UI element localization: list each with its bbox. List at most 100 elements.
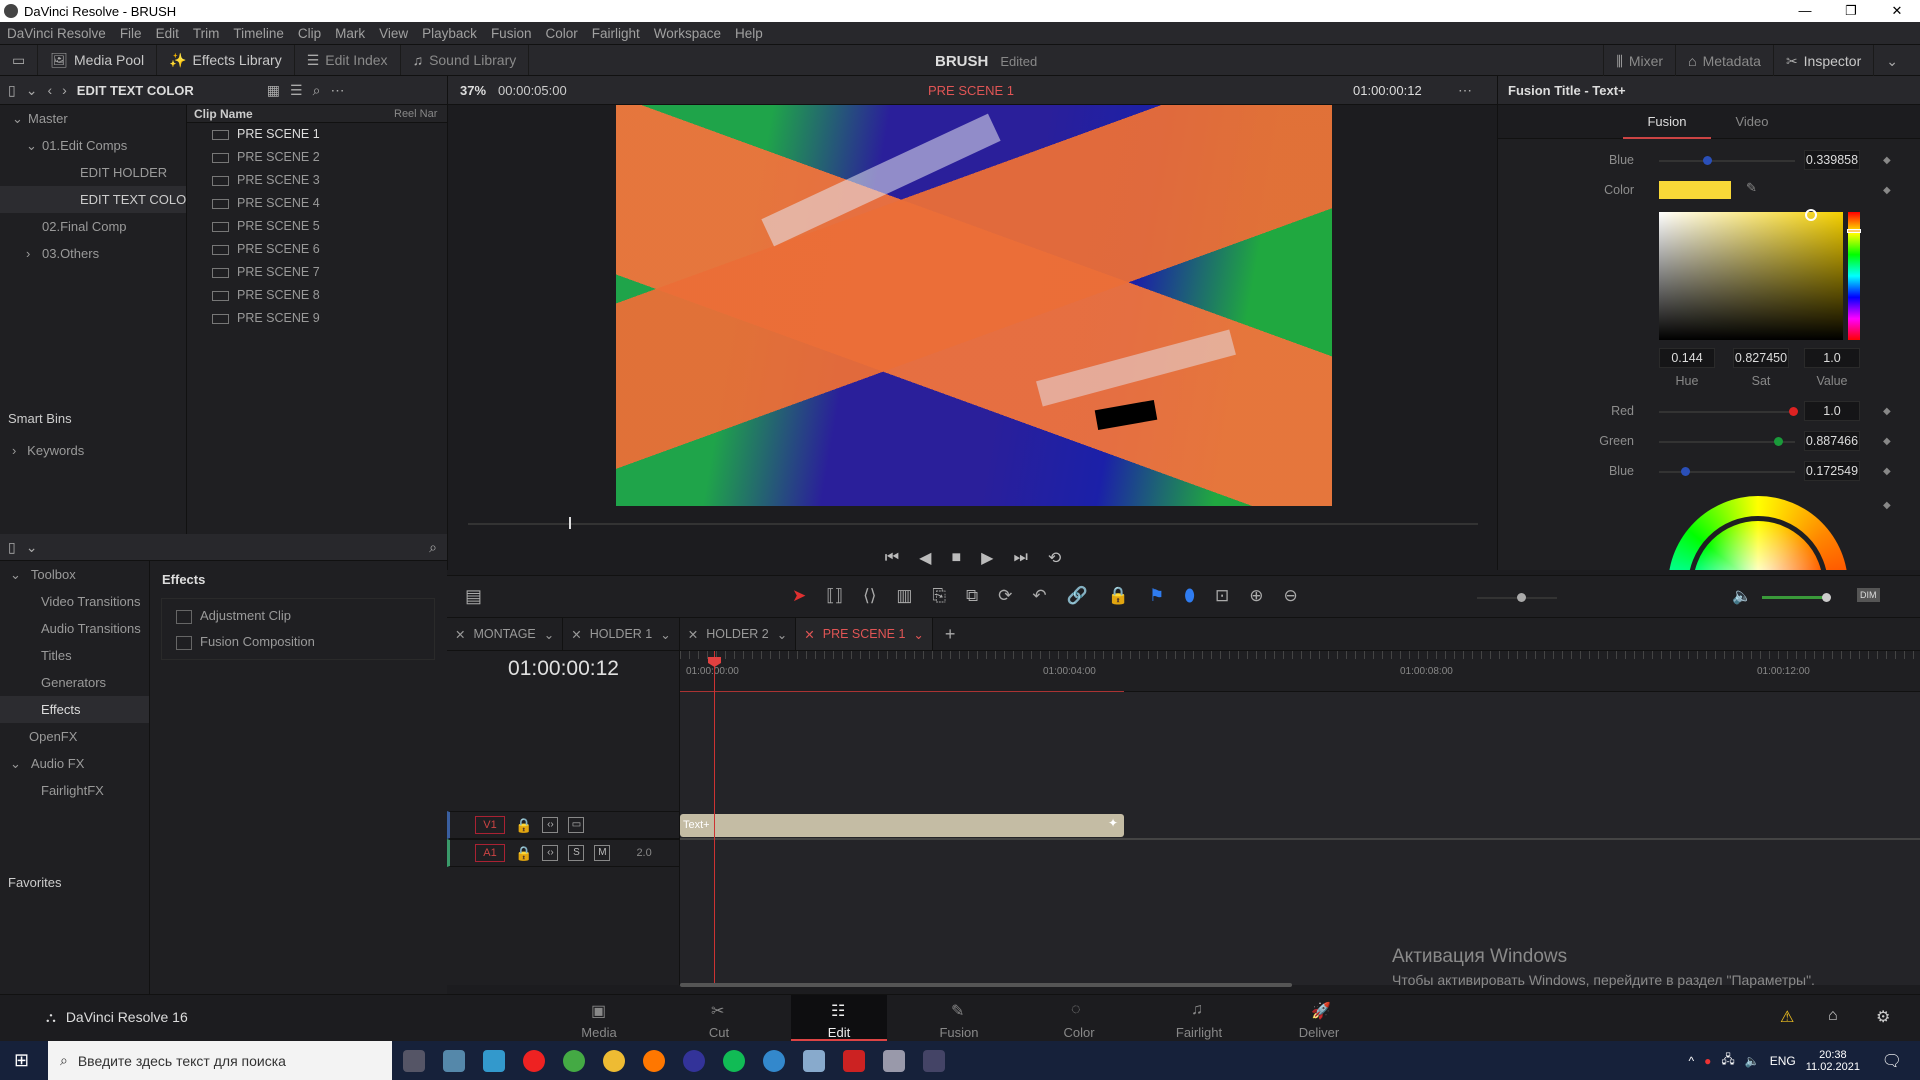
overwrite-clip-icon[interactable]: ⧉ bbox=[966, 586, 978, 606]
menu-mark[interactable]: Mark bbox=[328, 26, 372, 41]
menu-playback[interactable]: Playback bbox=[415, 26, 484, 41]
marker-icon[interactable]: ⬮ bbox=[1184, 586, 1195, 606]
chevron-down-icon[interactable]: ⌄ bbox=[660, 627, 670, 642]
taskbar-telegram-icon[interactable] bbox=[754, 1041, 794, 1080]
maximize-button[interactable]: ❐ bbox=[1828, 0, 1874, 22]
menu-clip[interactable]: Clip bbox=[291, 26, 328, 41]
zoom-detail-icon[interactable]: ⊕ bbox=[1249, 586, 1263, 606]
workspace-toggle-button[interactable]: ▭ bbox=[0, 45, 39, 75]
sat-value[interactable]: 0.827450 bbox=[1733, 348, 1789, 368]
toolbox-item[interactable]: OpenFX bbox=[0, 723, 149, 750]
home-icon[interactable]: ⌂ bbox=[1828, 1007, 1838, 1025]
lock-icon[interactable]: 🔒 bbox=[515, 817, 532, 834]
playhead[interactable] bbox=[708, 651, 721, 985]
bin-item[interactable]: › 03.Others bbox=[0, 240, 186, 267]
green-slider[interactable] bbox=[1659, 437, 1795, 446]
tab-video[interactable]: Video bbox=[1708, 105, 1796, 139]
taskbar-firefox-icon[interactable] bbox=[634, 1041, 674, 1080]
more-icon[interactable]: ⋯ bbox=[1458, 82, 1472, 99]
toolbox-item[interactable]: ⌄ Toolbox bbox=[0, 561, 149, 588]
close-tab-icon[interactable]: ✕ bbox=[571, 627, 581, 642]
speaker-icon[interactable]: 🔈 bbox=[1745, 1054, 1760, 1068]
page-fairlight[interactable]: ♫ Fairlight bbox=[1151, 995, 1247, 1042]
blue-top-value[interactable]: 0.339858 bbox=[1804, 150, 1860, 170]
sound-library-button[interactable]: ♫ Sound Library bbox=[401, 45, 530, 75]
keywords-bin[interactable]: › Keywords bbox=[12, 443, 84, 458]
clip-item[interactable]: PRE SCENE 1 bbox=[187, 123, 447, 146]
mixer-button[interactable]: ⫼ Mixer bbox=[1603, 45, 1675, 77]
taskbar-file-explorer-icon[interactable] bbox=[594, 1041, 634, 1080]
chevron-down-icon[interactable]: ⌄ bbox=[26, 82, 38, 99]
toolbox-item[interactable]: Effects bbox=[0, 696, 149, 723]
timeline-zoom-slider[interactable] bbox=[1477, 593, 1557, 602]
chevron-icon[interactable]: ⌄ bbox=[10, 567, 21, 582]
timeline-area[interactable]: 01:00:00:00 01:00:04:00 01:00:08:00 01:0… bbox=[680, 651, 1920, 987]
bin-item[interactable]: ⌄ 01.Edit Comps bbox=[0, 132, 186, 159]
toolbox-item[interactable]: Video Transitions bbox=[0, 588, 149, 615]
timeline-tab[interactable]: ✕ HOLDER 1 ⌄ bbox=[563, 618, 680, 650]
blue-slider[interactable] bbox=[1659, 467, 1795, 476]
windows-start-icon[interactable]: ⊞ bbox=[14, 1050, 29, 1071]
record-tray-icon[interactable]: ● bbox=[1704, 1054, 1711, 1068]
page-cut[interactable]: ✂ Cut bbox=[671, 995, 767, 1042]
taskbar-recorder-icon[interactable] bbox=[834, 1041, 874, 1080]
bin-item[interactable]: EDIT HOLDER bbox=[0, 159, 186, 186]
taskbar-yandex-browser-icon[interactable] bbox=[514, 1041, 554, 1080]
taskbar-task-view-icon[interactable] bbox=[394, 1041, 434, 1080]
close-tab-icon[interactable]: ✕ bbox=[688, 627, 698, 642]
menu-timeline[interactable]: Timeline bbox=[226, 26, 291, 41]
warning-icon[interactable]: ⚠ bbox=[1780, 1007, 1794, 1027]
expand-button[interactable]: ⌄ bbox=[1873, 45, 1910, 77]
taskbar-app-1-icon[interactable] bbox=[434, 1041, 474, 1080]
taskbar-app-2-icon[interactable] bbox=[474, 1041, 514, 1080]
close-button[interactable]: ✕ bbox=[1874, 0, 1920, 22]
color-wheel[interactable] bbox=[1668, 496, 1848, 570]
auto-select-icon[interactable]: ‹› bbox=[542, 817, 559, 833]
tray-chevron-icon[interactable]: ^ bbox=[1689, 1054, 1695, 1068]
red-value[interactable]: 1.0 bbox=[1804, 401, 1860, 421]
panel-toggle-icon[interactable]: ▯ bbox=[8, 82, 16, 99]
menu-workspace[interactable]: Workspace bbox=[647, 26, 728, 41]
play-icon[interactable]: ▶ bbox=[981, 548, 993, 568]
zoom-level[interactable]: 37% bbox=[460, 83, 486, 98]
trim-tool-icon[interactable]: ⟦⟧ bbox=[826, 586, 843, 606]
menu-file[interactable]: File bbox=[113, 26, 149, 41]
menu-view[interactable]: View bbox=[372, 26, 415, 41]
clock[interactable]: 20:38 11.02.2021 bbox=[1806, 1049, 1860, 1073]
green-value[interactable]: 0.887466 bbox=[1804, 431, 1860, 451]
timeline-view-options-icon[interactable]: ▤ bbox=[465, 586, 482, 607]
menu-help[interactable]: Help bbox=[728, 26, 770, 41]
keyframe-icon[interactable]: ◆ bbox=[1883, 466, 1891, 477]
keyframe-icon[interactable]: ◆ bbox=[1883, 436, 1891, 447]
play-reverse-icon[interactable]: ◀ bbox=[919, 548, 931, 568]
eyedropper-icon[interactable]: ✎ bbox=[1746, 180, 1757, 196]
saturation-value-picker[interactable] bbox=[1659, 209, 1843, 340]
forward-icon[interactable]: › bbox=[62, 82, 67, 98]
chevron-down-icon[interactable]: ⌄ bbox=[544, 627, 554, 642]
blue-value[interactable]: 0.172549 bbox=[1804, 461, 1860, 481]
chevron-icon[interactable]: › bbox=[26, 240, 42, 267]
auto-select-icon[interactable]: ‹› bbox=[542, 845, 559, 861]
zoom-custom-icon[interactable]: ⊖ bbox=[1283, 586, 1297, 606]
blade-tool-icon[interactable]: ▥ bbox=[896, 586, 912, 606]
effects-library-button[interactable]: ✨ Effects Library bbox=[157, 45, 295, 75]
track-v1-label[interactable]: V1 bbox=[475, 816, 505, 834]
timeline-tab[interactable]: ✕ HOLDER 2 ⌄ bbox=[680, 618, 797, 650]
page-deliver[interactable]: 🚀 Deliver bbox=[1271, 995, 1367, 1042]
scrubber-bar[interactable] bbox=[468, 517, 1478, 529]
chevron-icon[interactable]: ⌄ bbox=[10, 756, 21, 771]
page-edit[interactable]: ☷ Edit bbox=[791, 995, 887, 1042]
track-enable-icon[interactable]: ▭ bbox=[568, 817, 585, 833]
text-plus-clip[interactable]: Text+ ✦ bbox=[680, 814, 1124, 837]
settings-gear-icon[interactable]: ⚙ bbox=[1876, 1007, 1890, 1027]
reel-name-column[interactable]: Reel Nar bbox=[394, 108, 437, 120]
zoom-full-icon[interactable]: ⊡ bbox=[1215, 586, 1229, 606]
selection-tool-icon[interactable]: ➤ bbox=[792, 586, 806, 606]
keyframe-icon[interactable]: ◆ bbox=[1883, 500, 1891, 511]
bin-item[interactable]: EDIT TEXT COLOR bbox=[0, 186, 196, 213]
taskbar-app-3-icon[interactable] bbox=[794, 1041, 834, 1080]
search-icon[interactable]: ⌕ bbox=[313, 82, 321, 99]
tab-fusion[interactable]: Fusion bbox=[1623, 105, 1711, 139]
chevron-icon[interactable]: ⌄ bbox=[12, 105, 28, 132]
taskbar-chrome-icon[interactable] bbox=[554, 1041, 594, 1080]
